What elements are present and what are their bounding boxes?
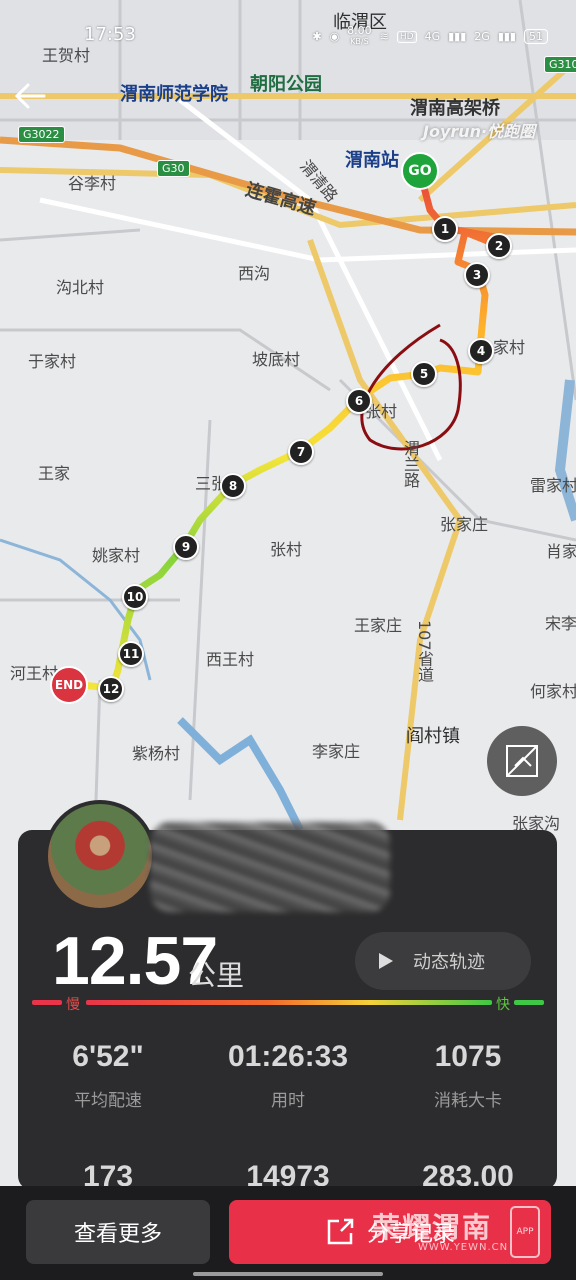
- avatar[interactable]: [44, 800, 156, 912]
- blurred-username: [150, 822, 390, 912]
- map-label: 雷家村: [530, 476, 576, 495]
- map-label: 张村: [270, 540, 303, 559]
- stat-value: 01:26:33: [227, 1040, 349, 1073]
- map-label: 李家庄: [312, 742, 361, 761]
- stat-value: 6'52": [72, 1040, 144, 1073]
- km-marker: 11: [118, 641, 144, 667]
- map-label: 姚家村: [92, 546, 141, 565]
- stat-duration: 01:26:33 用时: [208, 1040, 368, 1111]
- highway-shield: G30: [157, 160, 190, 177]
- hd-icon: HD: [396, 30, 417, 43]
- map-label: 肖家: [546, 542, 576, 561]
- km-marker: 10: [122, 584, 148, 610]
- pace-fast-label: 快: [496, 997, 510, 1013]
- replay-label: 动态轨迹: [413, 952, 485, 973]
- map-label: 西王村: [206, 650, 255, 669]
- map-label: 西沟: [238, 264, 271, 283]
- stat-value: 1075: [434, 1040, 502, 1073]
- status-bar: 17:53 ✱ ◉ 8.00 KB/S ≋ HD 4G ▮▮▮ 2G ▮▮▮ 5…: [0, 20, 576, 54]
- location-icon: ◉: [329, 30, 340, 43]
- view-more-button[interactable]: 查看更多: [26, 1200, 210, 1264]
- stat-label: 平均配速: [74, 1091, 142, 1111]
- signal-2g: 2G: [474, 30, 490, 43]
- stat-label: 消耗大卡: [434, 1091, 502, 1111]
- map-label: 渭南高架桥: [410, 98, 500, 119]
- km-marker: 9: [173, 534, 199, 560]
- km-marker: 7: [288, 439, 314, 465]
- net-speed-unit: KB/S: [350, 37, 369, 46]
- map-label: 何家村: [530, 682, 576, 701]
- km-marker: 4: [468, 338, 494, 364]
- replay-track-button[interactable]: 动态轨迹: [355, 932, 531, 990]
- pace-gradient-bar: [32, 1000, 544, 1005]
- watermark-url: WWW.YEWN.CN: [418, 1242, 509, 1253]
- map-label: 坡底村: [252, 350, 301, 369]
- wifi-icon: ≋: [379, 30, 389, 43]
- stat-avg-pace: 6'52" 平均配速: [28, 1040, 188, 1111]
- app-badge: APP: [510, 1206, 540, 1258]
- back-button[interactable]: [10, 76, 50, 116]
- poi-label: 朝阳公园: [250, 74, 322, 95]
- pace-slow-label: 慢: [66, 997, 80, 1013]
- hide-map-icon: [506, 745, 538, 777]
- km-marker: 2: [486, 233, 512, 259]
- net-speed: 8.00 KB/S: [347, 24, 372, 47]
- signal-4g: 4G: [424, 30, 441, 43]
- start-marker: GO: [401, 152, 439, 190]
- map-label: 107省道: [415, 620, 434, 683]
- signal-icon: ▮▮▮: [448, 30, 467, 43]
- end-marker: END: [50, 666, 88, 704]
- back-arrow-icon: [14, 83, 46, 109]
- poi-label: 渭南师范学院: [120, 84, 228, 105]
- distance-unit: 公里: [188, 959, 245, 992]
- stat-label: 用时: [271, 1091, 305, 1111]
- net-speed-value: 8.00: [347, 24, 372, 37]
- map-label: 渭兰路: [401, 440, 420, 488]
- map-label: 张家庄: [440, 515, 489, 534]
- battery-indicator: 51: [524, 29, 548, 44]
- watermark-logo: 荣耀渭南: [372, 1211, 493, 1244]
- map-label: 谷李村: [68, 174, 117, 193]
- km-marker: 12: [98, 676, 124, 702]
- poi-label: 渭南站: [345, 150, 399, 171]
- highway-shield: G310: [544, 56, 576, 73]
- toggle-map-button[interactable]: [487, 726, 557, 796]
- status-icons: ✱ ◉ 8.00 KB/S ≋ HD 4G ▮▮▮ 2G ▮▮▮ 51: [312, 24, 548, 47]
- map-label: 紫杨村: [132, 744, 181, 763]
- map-label: 宋李: [545, 614, 576, 633]
- highway-shield: G3022: [18, 126, 65, 143]
- play-icon: [379, 953, 393, 969]
- status-time: 17:53: [84, 24, 136, 45]
- map-label: 王家庄: [354, 616, 403, 635]
- bluetooth-icon: ✱: [312, 30, 322, 43]
- share-icon: [327, 1218, 354, 1245]
- map-label: 家村: [493, 338, 526, 357]
- map-label: 王家: [38, 464, 71, 483]
- map-label: 于家村: [28, 352, 77, 371]
- joyrun-brand: Joyrun·悦跑圈: [423, 122, 536, 141]
- stat-calories: 1075 消耗大卡: [388, 1040, 548, 1111]
- km-marker: 6: [346, 388, 372, 414]
- home-indicator: [193, 1272, 383, 1276]
- map-label: 阎村镇: [406, 726, 460, 747]
- km-marker: 3: [464, 262, 490, 288]
- map-label: 沟北村: [56, 278, 105, 297]
- km-marker: 8: [220, 473, 246, 499]
- signal-icon: ▮▮▮: [497, 30, 516, 43]
- km-marker: 5: [411, 361, 437, 387]
- km-marker: 1: [432, 216, 458, 242]
